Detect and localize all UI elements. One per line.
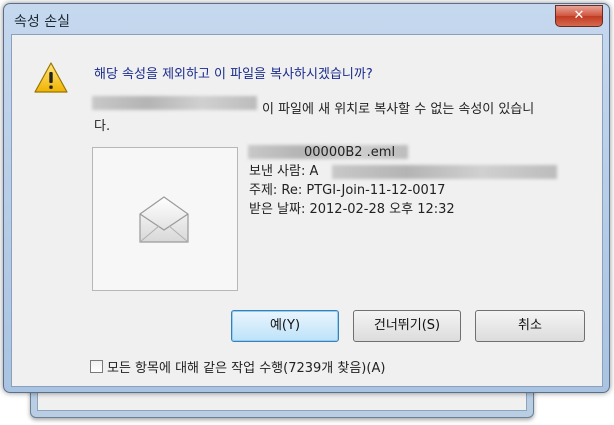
file-name: 00000B2 .eml: [304, 145, 396, 160]
apply-all-row[interactable]: 모든 항목에 대해 같은 작업 수행(7239개 찾음)(A): [90, 357, 385, 376]
apply-all-checkbox[interactable]: [90, 360, 103, 373]
question-text: 해당 속성을 제외하고 이 파일을 복사하시겠습니까?: [94, 67, 373, 82]
file-subject: 주제: Re: PTGI-Join-11-12-0017: [249, 183, 446, 198]
file-sender: 보낸 사람: A: [249, 164, 319, 179]
message-wrap: 다.: [94, 119, 111, 134]
window-title: 속성 손실: [14, 14, 70, 30]
cancel-button[interactable]: 취소: [475, 310, 585, 342]
apply-all-label[interactable]: 모든 항목에 대해 같은 작업 수행(7239개 찾음)(A): [107, 361, 385, 376]
property-loss-dialog: 속성 손실 ✕ 해당 속성을 제외하고 이 파일을 복사하시겠습니까? 이 파일…: [3, 3, 610, 393]
file-info: 00000B2 .eml 보낸 사람: A 주제: Re: PTGI-Join-…: [249, 143, 455, 219]
skip-button[interactable]: 건너뛰기(S): [353, 310, 461, 342]
envelope-icon: [139, 196, 189, 243]
file-thumbnail: [92, 147, 238, 291]
file-received-date: 받은 날짜: 2012-02-28 오후 12:32: [249, 202, 455, 217]
message-tail: 이 파일에 새 위치로 복사할 수 없는 속성이 있습니: [262, 102, 535, 117]
warning-icon: [34, 62, 68, 93]
titlebar: 속성 손실 ✕: [4, 4, 609, 34]
message-text: 이 파일에 새 위치로 복사할 수 없는 속성이 있습니 다.: [94, 101, 584, 135]
yes-button[interactable]: 예(Y): [231, 310, 339, 342]
close-button[interactable]: ✕: [555, 5, 603, 27]
dialog-body: 해당 속성을 제외하고 이 파일을 복사하시겠습니까? 이 파일에 새 위치로 …: [11, 34, 603, 387]
